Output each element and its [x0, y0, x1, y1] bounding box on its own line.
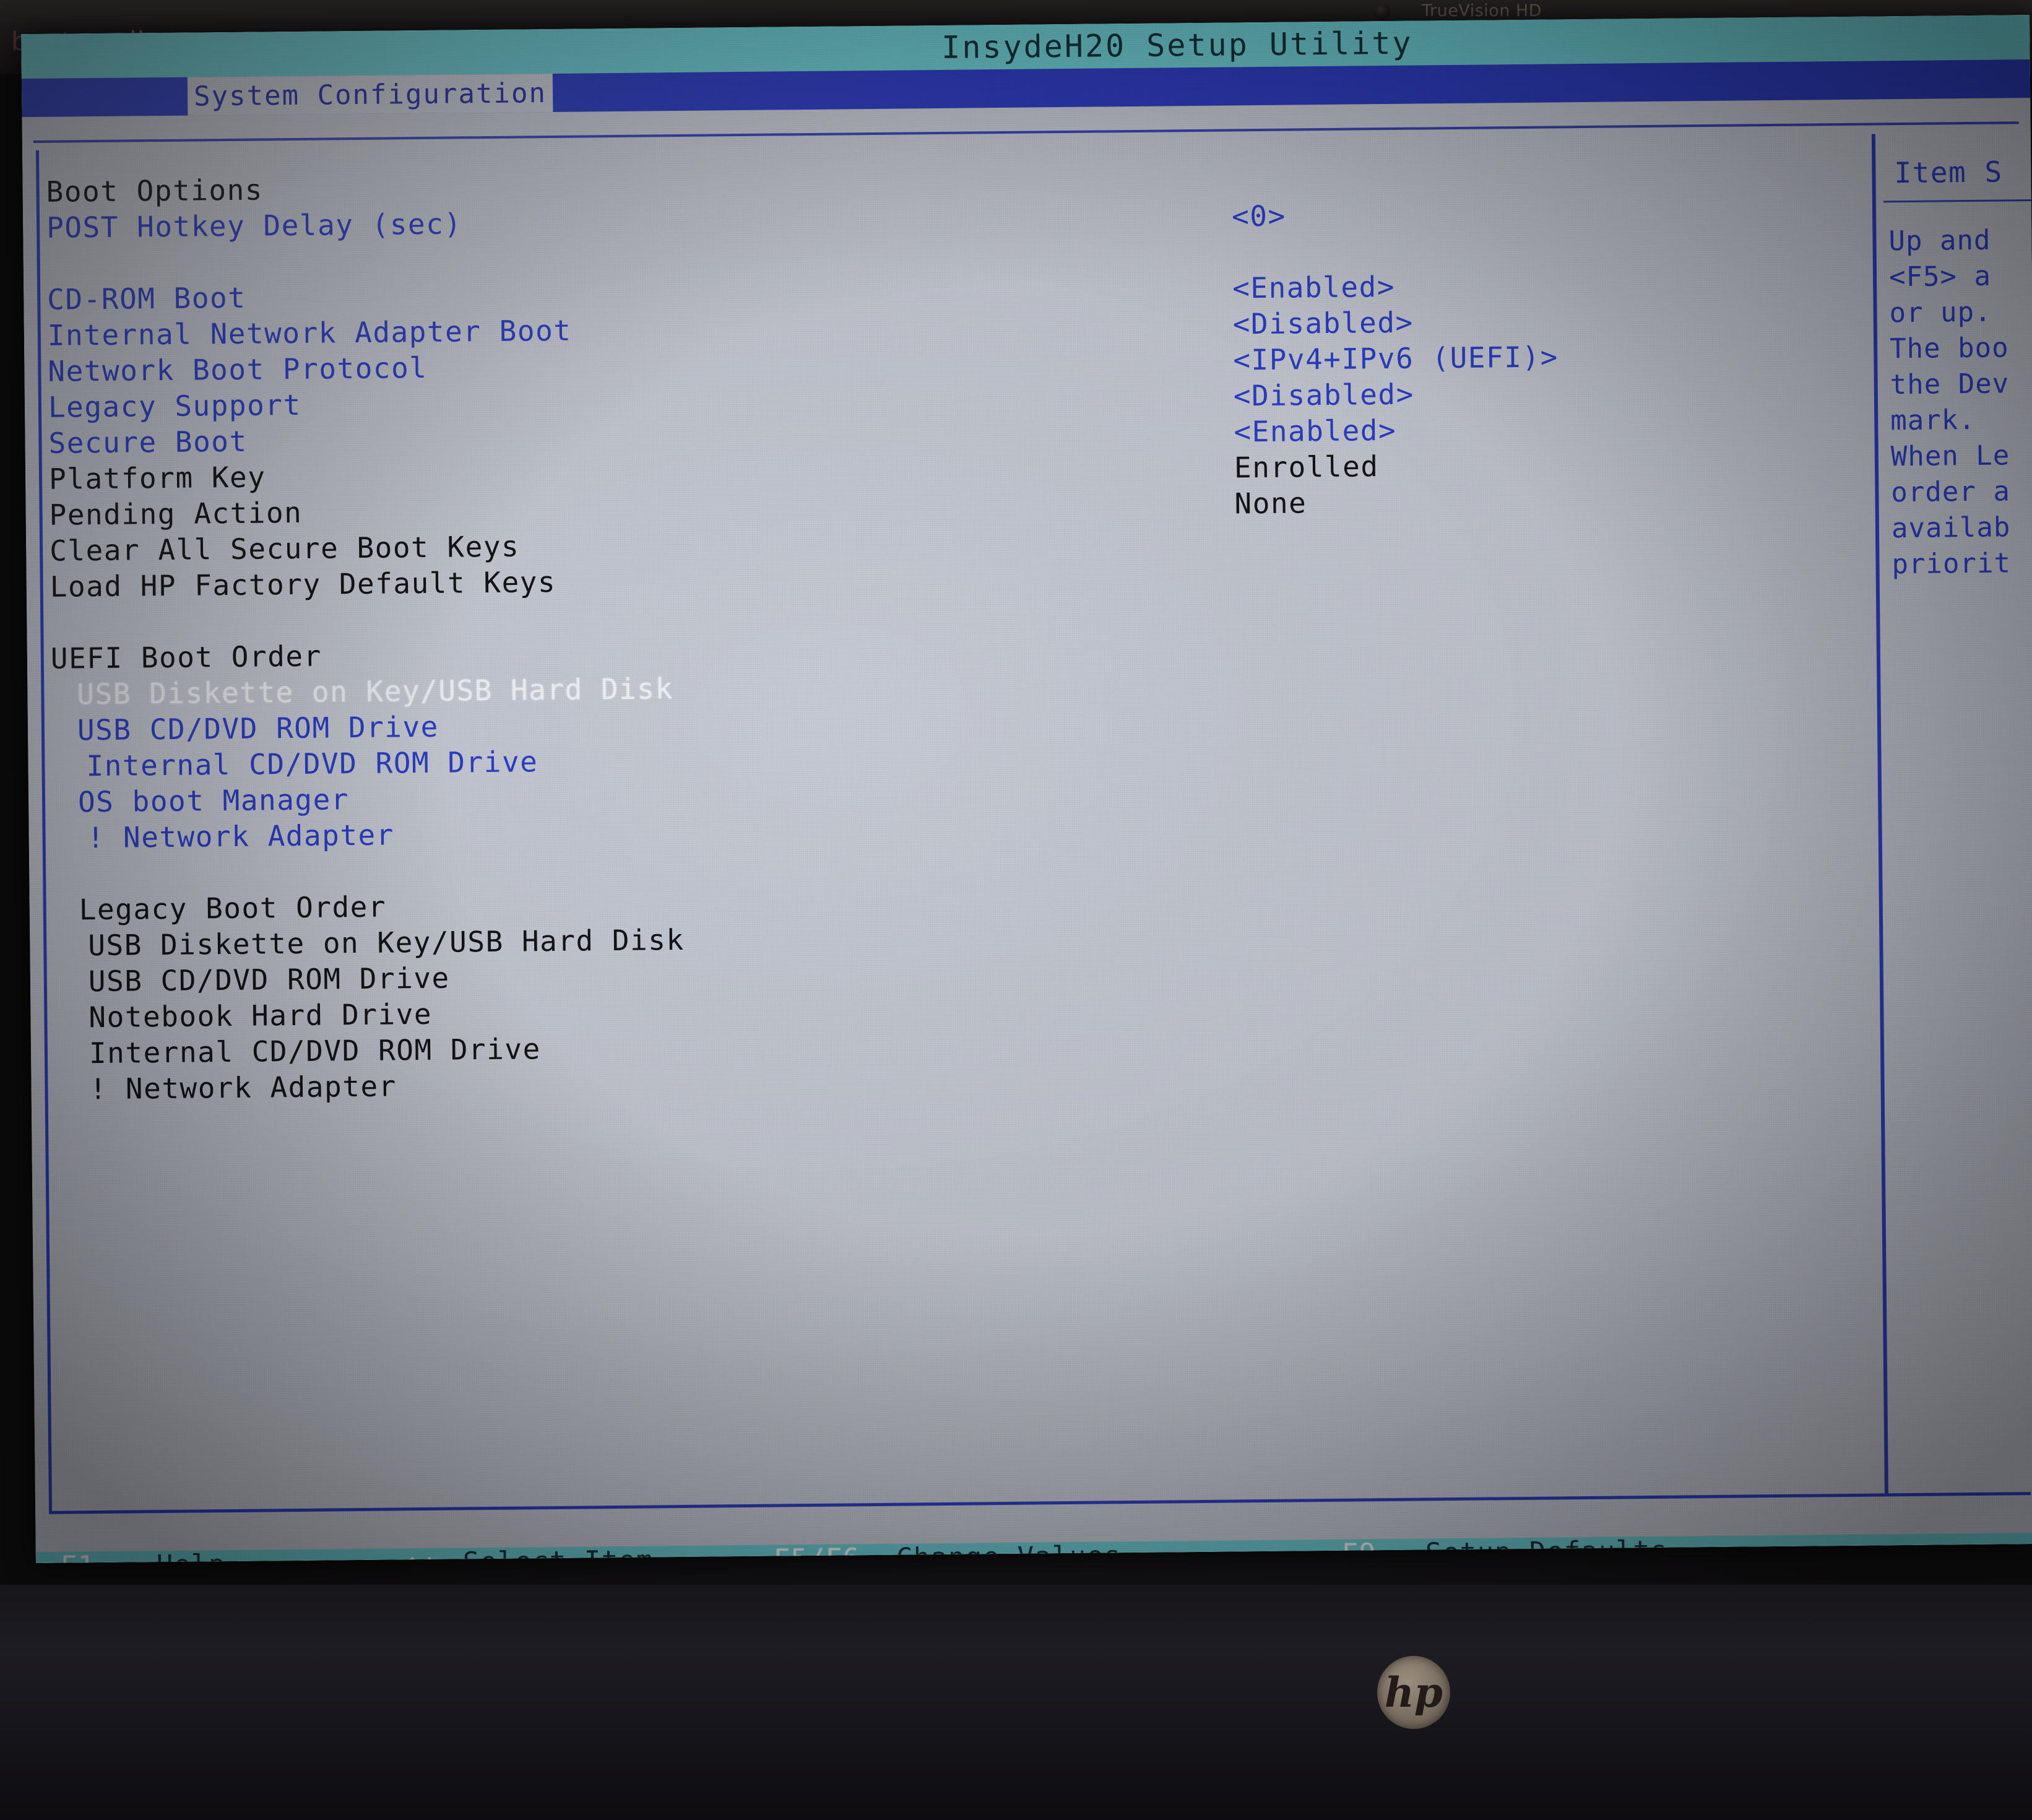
help-panel: Item S Up and <F5> a or up. The boo the …	[1879, 136, 2032, 1493]
help-line: availab	[1891, 511, 2011, 545]
fn-key-label: F1	[61, 1550, 95, 1563]
setting-label: Platform Key	[48, 460, 266, 496]
help-line: mark.	[1890, 404, 1976, 437]
legacy-boot-order-heading-label: Legacy Boot Order	[79, 890, 387, 927]
boot-item-label: Internal CD/DVD ROM Drive	[89, 1032, 542, 1070]
fn-f9-key[interactable]: F9	[1342, 1538, 1377, 1563]
help-line: the Dev	[1890, 368, 2010, 401]
boot-item-label: ! Network Adapter	[87, 818, 395, 855]
boot-item-label: OS boot Manager	[77, 782, 350, 819]
setting-value[interactable]: <Enabled>	[1234, 414, 1396, 449]
help-panel-body: Up and <F5> a or up. The boo the Dev mar…	[1880, 222, 2032, 583]
hp-logo: hp	[1377, 1656, 1450, 1729]
laptop-photo: beatsaudio TrueVision HD InsydeH20 Setup…	[0, 0, 2032, 1820]
fn-f5f6-key[interactable]: F5/F6	[774, 1543, 860, 1563]
help-line: The boo	[1889, 332, 2009, 365]
bios-screen: InsydeH20 Setup Utility System Configura…	[21, 15, 2032, 1564]
setting-value[interactable]: <Disabled>	[1234, 378, 1414, 413]
setting-value[interactable]: <IPv4+IPv6 (UEFI)>	[1233, 340, 1559, 376]
fn-f1-text: Help	[157, 1549, 226, 1563]
setting-value[interactable]: <Disabled>	[1232, 306, 1413, 341]
fn-setup-defaults-text: Setup Defaults	[1425, 1535, 1668, 1564]
setting-label: Internal Network Adapter Boot	[47, 313, 572, 352]
webcam-label: TrueVision HD	[1422, 1, 1542, 20]
setting-label: Load HP Factory Default Keys	[50, 565, 556, 604]
fn-select-item-text: Select Item	[462, 1545, 654, 1564]
bezel-bottom	[0, 1585, 2032, 1820]
app-title: InsydeH20 Setup Utility	[941, 25, 1413, 66]
boot-item-label: USB CD/DVD ROM Drive	[77, 709, 439, 747]
setting-label: Clear All Secure Boot Keys	[49, 529, 520, 568]
help-line: When Le	[1890, 440, 2010, 473]
boot-item-label: USB Diskette on Key/USB Hard Disk	[88, 922, 685, 963]
boot-options-heading-label: Boot Options	[46, 173, 264, 209]
boot-item-label: USB Diskette on Key/USB Hard Disk	[77, 672, 674, 711]
uefi-boot-order-heading-label: UEFI Boot Order	[50, 639, 322, 675]
boot-item-label: ! Network Adapter	[89, 1069, 397, 1106]
setting-value: Enrolled	[1234, 449, 1379, 485]
help-line: or up.	[1889, 296, 1992, 329]
help-panel-title: Item S	[1894, 155, 2003, 190]
updown-arrow-icon: ↑↓	[404, 1546, 439, 1564]
boot-item-label: Notebook Hard Drive	[89, 997, 433, 1034]
setting-label: Secure Boot	[48, 424, 248, 460]
function-key-row-1: F1 Help ↑↓ Select Item F5/F6 Change Valu…	[36, 1532, 2032, 1563]
setting-value: None	[1234, 486, 1307, 521]
help-line: Up and	[1888, 224, 1991, 258]
laptop-screen: InsydeH20 Setup Utility System Configura…	[21, 15, 2032, 1564]
setting-label: Pending Action	[49, 495, 303, 532]
menu-spacer	[22, 77, 188, 118]
help-line: <F5> a	[1888, 260, 1992, 293]
setting-label: CD-ROM Boot	[47, 280, 246, 316]
fn-change-values-text: Change Values	[896, 1540, 1122, 1564]
fn-f1[interactable]: F1	[61, 1550, 95, 1563]
boot-item-label: Internal CD/DVD ROM Drive	[86, 745, 538, 783]
settings-list: Boot Options POST Hotkey Delay (sec) <0>…	[46, 157, 1887, 1108]
setting-value[interactable]: <Enabled>	[1232, 270, 1395, 305]
setting-label: Network Boot Protocol	[48, 350, 428, 388]
tab-system-configuration[interactable]: System Configuration	[187, 73, 553, 116]
boot-item-label: USB CD/DVD ROM Drive	[88, 961, 450, 999]
setting-value[interactable]: <0>	[1232, 199, 1286, 233]
webcam-lens-icon	[1374, 4, 1390, 20]
setting-label: Legacy Support	[48, 388, 301, 424]
help-panel-rule	[1883, 199, 2032, 203]
help-line: priorit	[1891, 547, 2012, 581]
help-line: order a	[1891, 475, 2011, 509]
setting-label: POST Hotkey Delay (sec)	[46, 207, 462, 245]
function-key-bar: F1 Help ↑↓ Select Item F5/F6 Change Valu…	[35, 1532, 2032, 1564]
